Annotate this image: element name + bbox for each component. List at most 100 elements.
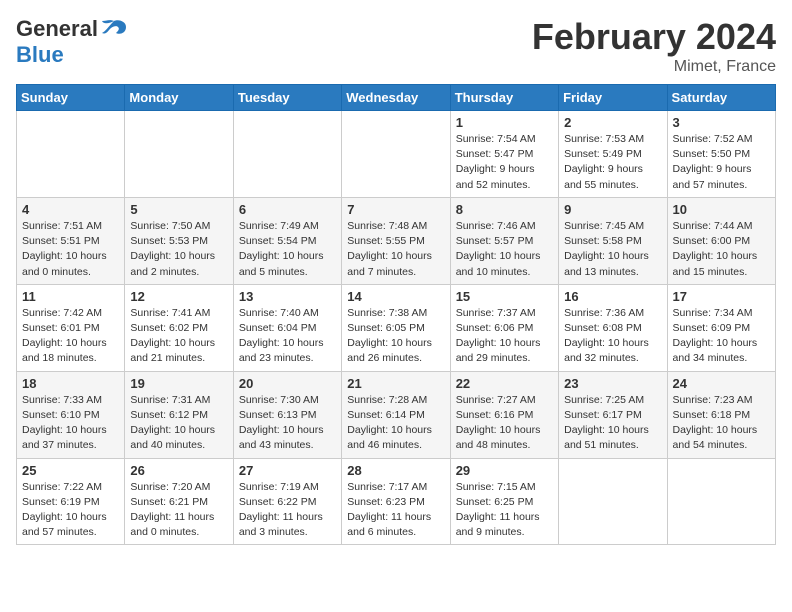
day-number: 7 bbox=[347, 202, 444, 217]
day-info: Sunrise: 7:25 AM Sunset: 6:17 PM Dayligh… bbox=[564, 393, 661, 454]
page-header: General Blue February 2024 Mimet, France bbox=[16, 16, 776, 76]
calendar-header-monday: Monday bbox=[125, 85, 233, 111]
day-info: Sunrise: 7:36 AM Sunset: 6:08 PM Dayligh… bbox=[564, 306, 661, 367]
calendar-cell: 16 Sunrise: 7:36 AM Sunset: 6:08 PM Dayli… bbox=[559, 284, 667, 371]
calendar-header-row: SundayMondayTuesdayWednesdayThursdayFrid… bbox=[17, 85, 776, 111]
calendar-week-row: 1Sunrise: 7:54 AM Sunset: 5:47 PM Daylig… bbox=[17, 111, 776, 198]
calendar-cell: 23 Sunrise: 7:25 AM Sunset: 6:17 PM Dayli… bbox=[559, 371, 667, 458]
calendar-cell: 17Sunrise: 7:34 AM Sunset: 6:09 PM Dayli… bbox=[667, 284, 775, 371]
day-info: Sunrise: 7:23 AM Sunset: 6:18 PM Dayligh… bbox=[673, 393, 770, 454]
calendar-cell: 27 Sunrise: 7:19 AM Sunset: 6:22 PM Dayli… bbox=[233, 458, 341, 545]
day-number: 8 bbox=[456, 202, 553, 217]
day-info: Sunrise: 7:28 AM Sunset: 6:14 PM Dayligh… bbox=[347, 393, 444, 454]
calendar-header-saturday: Saturday bbox=[667, 85, 775, 111]
day-number: 9 bbox=[564, 202, 661, 217]
month-title: February 2024 bbox=[532, 16, 776, 58]
day-number: 13 bbox=[239, 289, 336, 304]
calendar-cell: 5 Sunrise: 7:50 AM Sunset: 5:53 PM Daylig… bbox=[125, 197, 233, 284]
calendar-header-sunday: Sunday bbox=[17, 85, 125, 111]
title-section: February 2024 Mimet, France bbox=[532, 16, 776, 76]
day-info: Sunrise: 7:45 AM Sunset: 5:58 PM Dayligh… bbox=[564, 219, 661, 280]
day-info: Sunrise: 7:46 AM Sunset: 5:57 PM Dayligh… bbox=[456, 219, 553, 280]
day-info: Sunrise: 7:38 AM Sunset: 6:05 PM Dayligh… bbox=[347, 306, 444, 367]
calendar-cell: 15Sunrise: 7:37 AM Sunset: 6:06 PM Dayli… bbox=[450, 284, 558, 371]
calendar-cell: 6Sunrise: 7:49 AM Sunset: 5:54 PM Daylig… bbox=[233, 197, 341, 284]
day-number: 20 bbox=[239, 376, 336, 391]
day-info: Sunrise: 7:54 AM Sunset: 5:47 PM Dayligh… bbox=[456, 132, 553, 193]
day-number: 21 bbox=[347, 376, 444, 391]
day-info: Sunrise: 7:40 AM Sunset: 6:04 PM Dayligh… bbox=[239, 306, 336, 367]
day-number: 26 bbox=[130, 463, 227, 478]
day-number: 4 bbox=[22, 202, 119, 217]
day-number: 28 bbox=[347, 463, 444, 478]
day-info: Sunrise: 7:50 AM Sunset: 5:53 PM Dayligh… bbox=[130, 219, 227, 280]
day-number: 11 bbox=[22, 289, 119, 304]
calendar-cell: 7 Sunrise: 7:48 AM Sunset: 5:55 PM Daylig… bbox=[342, 197, 450, 284]
calendar-cell: 11 Sunrise: 7:42 AM Sunset: 6:01 PM Dayli… bbox=[17, 284, 125, 371]
calendar-cell: 29 Sunrise: 7:15 AM Sunset: 6:25 PM Dayli… bbox=[450, 458, 558, 545]
day-info: Sunrise: 7:27 AM Sunset: 6:16 PM Dayligh… bbox=[456, 393, 553, 454]
location-text: Mimet, France bbox=[532, 58, 776, 76]
calendar-cell: 13 Sunrise: 7:40 AM Sunset: 6:04 PM Dayli… bbox=[233, 284, 341, 371]
calendar-cell: 14 Sunrise: 7:38 AM Sunset: 6:05 PM Dayli… bbox=[342, 284, 450, 371]
calendar-cell: 4 Sunrise: 7:51 AM Sunset: 5:51 PM Daylig… bbox=[17, 197, 125, 284]
calendar-header-wednesday: Wednesday bbox=[342, 85, 450, 111]
day-number: 25 bbox=[22, 463, 119, 478]
calendar-cell bbox=[125, 111, 233, 198]
logo-bird-icon bbox=[100, 17, 128, 41]
calendar-cell bbox=[559, 458, 667, 545]
calendar-table: SundayMondayTuesdayWednesdayThursdayFrid… bbox=[16, 84, 776, 545]
calendar-cell: 9 Sunrise: 7:45 AM Sunset: 5:58 PM Daylig… bbox=[559, 197, 667, 284]
day-number: 29 bbox=[456, 463, 553, 478]
day-info: Sunrise: 7:48 AM Sunset: 5:55 PM Dayligh… bbox=[347, 219, 444, 280]
calendar-week-row: 25 Sunrise: 7:22 AM Sunset: 6:19 PM Dayli… bbox=[17, 458, 776, 545]
day-number: 12 bbox=[130, 289, 227, 304]
day-info: Sunrise: 7:17 AM Sunset: 6:23 PM Dayligh… bbox=[347, 480, 444, 541]
day-number: 16 bbox=[564, 289, 661, 304]
calendar-header-tuesday: Tuesday bbox=[233, 85, 341, 111]
day-number: 10 bbox=[673, 202, 770, 217]
calendar-cell bbox=[233, 111, 341, 198]
calendar-cell: 10 Sunrise: 7:44 AM Sunset: 6:00 PM Dayli… bbox=[667, 197, 775, 284]
day-info: Sunrise: 7:20 AM Sunset: 6:21 PM Dayligh… bbox=[130, 480, 227, 541]
day-info: Sunrise: 7:51 AM Sunset: 5:51 PM Dayligh… bbox=[22, 219, 119, 280]
calendar-cell: 25 Sunrise: 7:22 AM Sunset: 6:19 PM Dayli… bbox=[17, 458, 125, 545]
day-info: Sunrise: 7:37 AM Sunset: 6:06 PM Dayligh… bbox=[456, 306, 553, 367]
day-info: Sunrise: 7:30 AM Sunset: 6:13 PM Dayligh… bbox=[239, 393, 336, 454]
day-number: 18 bbox=[22, 376, 119, 391]
calendar-week-row: 4 Sunrise: 7:51 AM Sunset: 5:51 PM Daylig… bbox=[17, 197, 776, 284]
calendar-cell: 12 Sunrise: 7:41 AM Sunset: 6:02 PM Dayli… bbox=[125, 284, 233, 371]
logo: General Blue bbox=[16, 16, 128, 68]
calendar-cell bbox=[17, 111, 125, 198]
day-number: 19 bbox=[130, 376, 227, 391]
calendar-header-friday: Friday bbox=[559, 85, 667, 111]
calendar-cell: 28 Sunrise: 7:17 AM Sunset: 6:23 PM Dayli… bbox=[342, 458, 450, 545]
day-info: Sunrise: 7:33 AM Sunset: 6:10 PM Dayligh… bbox=[22, 393, 119, 454]
day-number: 24 bbox=[673, 376, 770, 391]
day-info: Sunrise: 7:44 AM Sunset: 6:00 PM Dayligh… bbox=[673, 219, 770, 280]
day-number: 3 bbox=[673, 115, 770, 130]
calendar-cell: 8 Sunrise: 7:46 AM Sunset: 5:57 PM Daylig… bbox=[450, 197, 558, 284]
calendar-header-thursday: Thursday bbox=[450, 85, 558, 111]
day-info: Sunrise: 7:19 AM Sunset: 6:22 PM Dayligh… bbox=[239, 480, 336, 541]
calendar-cell: 19Sunrise: 7:31 AM Sunset: 6:12 PM Dayli… bbox=[125, 371, 233, 458]
calendar-cell: 3 Sunrise: 7:52 AM Sunset: 5:50 PM Daylig… bbox=[667, 111, 775, 198]
day-number: 27 bbox=[239, 463, 336, 478]
calendar-week-row: 11 Sunrise: 7:42 AM Sunset: 6:01 PM Dayli… bbox=[17, 284, 776, 371]
calendar-cell: 2Sunrise: 7:53 AM Sunset: 5:49 PM Daylig… bbox=[559, 111, 667, 198]
day-info: Sunrise: 7:49 AM Sunset: 5:54 PM Dayligh… bbox=[239, 219, 336, 280]
logo-general-text: General bbox=[16, 16, 98, 42]
day-number: 5 bbox=[130, 202, 227, 217]
day-info: Sunrise: 7:42 AM Sunset: 6:01 PM Dayligh… bbox=[22, 306, 119, 367]
day-number: 23 bbox=[564, 376, 661, 391]
calendar-week-row: 18 Sunrise: 7:33 AM Sunset: 6:10 PM Dayli… bbox=[17, 371, 776, 458]
day-number: 14 bbox=[347, 289, 444, 304]
day-info: Sunrise: 7:34 AM Sunset: 6:09 PM Dayligh… bbox=[673, 306, 770, 367]
calendar-cell: 26 Sunrise: 7:20 AM Sunset: 6:21 PM Dayli… bbox=[125, 458, 233, 545]
day-info: Sunrise: 7:52 AM Sunset: 5:50 PM Dayligh… bbox=[673, 132, 770, 193]
day-info: Sunrise: 7:41 AM Sunset: 6:02 PM Dayligh… bbox=[130, 306, 227, 367]
day-number: 2 bbox=[564, 115, 661, 130]
day-info: Sunrise: 7:22 AM Sunset: 6:19 PM Dayligh… bbox=[22, 480, 119, 541]
calendar-cell: 1Sunrise: 7:54 AM Sunset: 5:47 PM Daylig… bbox=[450, 111, 558, 198]
day-info: Sunrise: 7:15 AM Sunset: 6:25 PM Dayligh… bbox=[456, 480, 553, 541]
